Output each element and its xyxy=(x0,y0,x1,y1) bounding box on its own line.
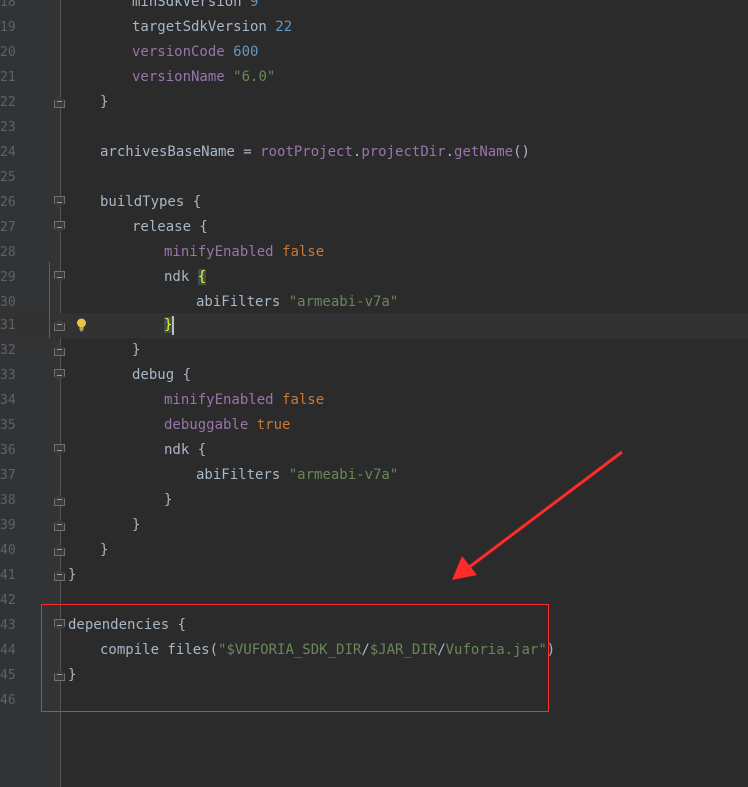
code-text: minifyEnabled false xyxy=(164,392,325,408)
annotation-highlight-box xyxy=(41,604,549,712)
line-number: 20 xyxy=(0,45,16,60)
text-caret xyxy=(172,316,174,335)
code-text: versionCode 600 xyxy=(132,44,259,60)
code-text: } xyxy=(164,492,173,508)
code-line-32: 32 } xyxy=(0,338,748,363)
code-line-26: 26 buildTypes { xyxy=(0,190,748,215)
code-line-24: 24 archivesBaseName = rootProject.projec… xyxy=(0,140,748,165)
line-number: 33 xyxy=(0,368,16,383)
line-number: 41 xyxy=(0,568,16,583)
code-text: versionName "6.0" xyxy=(132,69,276,85)
line-number: 37 xyxy=(0,468,16,483)
fold-icon[interactable] xyxy=(54,444,65,456)
line-number: 23 xyxy=(0,120,16,135)
fold-icon[interactable] xyxy=(54,319,65,331)
line-number: 19 xyxy=(0,20,16,35)
code-line-20: 20 versionCode 600 xyxy=(0,40,748,65)
code-line-33: 33 debug { xyxy=(0,363,748,388)
code-text: targetSdkVersion 22 xyxy=(132,19,293,35)
line-number: 38 xyxy=(0,493,16,508)
code-text: } xyxy=(132,342,141,358)
line-number: 18 xyxy=(0,0,16,10)
code-text: minifyEnabled false xyxy=(164,244,325,260)
line-number: 30 xyxy=(0,295,16,310)
code-text: ndk { xyxy=(164,269,207,285)
code-line-35: 35 debuggable true xyxy=(0,413,748,438)
fold-icon[interactable] xyxy=(54,544,65,556)
fold-icon[interactable] xyxy=(54,271,65,283)
line-number: 34 xyxy=(0,393,16,408)
line-number: 45 xyxy=(0,668,16,683)
code-line-38: 38 } xyxy=(0,488,748,513)
code-text: ndk { xyxy=(164,442,207,458)
code-line-41: 41 } xyxy=(0,563,748,588)
line-number: 32 xyxy=(0,343,16,358)
line-number: 43 xyxy=(0,618,16,633)
code-text: } xyxy=(100,94,109,110)
code-line-40: 40 } xyxy=(0,538,748,563)
code-line-19: 19 targetSdkVersion 22 xyxy=(0,15,748,40)
fold-icon[interactable] xyxy=(54,494,65,506)
lightbulb-icon[interactable] xyxy=(76,318,87,332)
line-number: 26 xyxy=(0,195,16,210)
fold-icon[interactable] xyxy=(54,519,65,531)
fold-icon[interactable] xyxy=(54,569,65,581)
code-line-29: 29 ndk { xyxy=(0,265,748,290)
code-text: minSdkVersion 9 xyxy=(132,0,259,10)
code-text: abiFilters "armeabi-v7a" xyxy=(196,294,399,310)
fold-icon[interactable] xyxy=(54,96,65,108)
code-text: } xyxy=(100,542,109,558)
line-number: 36 xyxy=(0,443,16,458)
code-text: } xyxy=(68,567,77,583)
matched-brace: { xyxy=(197,269,207,285)
fold-icon[interactable] xyxy=(54,369,65,381)
code-line-34: 34 minifyEnabled false xyxy=(0,388,748,413)
code-text: buildTypes { xyxy=(100,194,202,210)
line-number: 24 xyxy=(0,145,16,160)
code-text: } xyxy=(132,517,141,533)
change-marker xyxy=(49,262,50,338)
code-line-22: 22 } xyxy=(0,90,748,115)
line-number: 22 xyxy=(0,95,16,110)
line-number: 35 xyxy=(0,418,16,433)
code-text: debug { xyxy=(132,367,192,383)
line-number: 21 xyxy=(0,70,16,85)
code-line-25: 25 xyxy=(0,165,748,190)
line-number: 25 xyxy=(0,170,16,185)
code-line-37: 37 abiFilters "armeabi-v7a" xyxy=(0,463,748,488)
line-number: 29 xyxy=(0,270,16,285)
code-text: abiFilters "armeabi-v7a" xyxy=(196,467,399,483)
code-line-30: 30 abiFilters "armeabi-v7a" xyxy=(0,290,748,315)
line-number: 40 xyxy=(0,543,16,558)
code-line-28: 28 minifyEnabled false xyxy=(0,240,748,265)
code-line-18: 18 minSdkVersion 9 xyxy=(0,0,748,15)
code-text: debuggable true xyxy=(164,417,291,433)
code-line-27: 27 release { xyxy=(0,215,748,240)
line-number: 39 xyxy=(0,518,16,533)
code-line-39: 39 } xyxy=(0,513,748,538)
line-number: 44 xyxy=(0,643,16,658)
line-number: 42 xyxy=(0,593,16,608)
fold-icon[interactable] xyxy=(54,196,65,208)
line-number: 27 xyxy=(0,220,16,235)
code-text: archivesBaseName = rootProject.projectDi… xyxy=(100,144,530,160)
code-line-31: 31 } xyxy=(0,313,748,338)
fold-icon[interactable] xyxy=(54,344,65,356)
code-text: release { xyxy=(132,219,208,235)
code-line-21: 21 versionName "6.0" xyxy=(0,65,748,90)
fold-icon[interactable] xyxy=(54,221,65,233)
line-number: 46 xyxy=(0,693,16,708)
line-number: 28 xyxy=(0,245,16,260)
code-line-23: 23 xyxy=(0,115,748,140)
line-number: 31 xyxy=(0,318,16,333)
code-line-36: 36 ndk { xyxy=(0,438,748,463)
